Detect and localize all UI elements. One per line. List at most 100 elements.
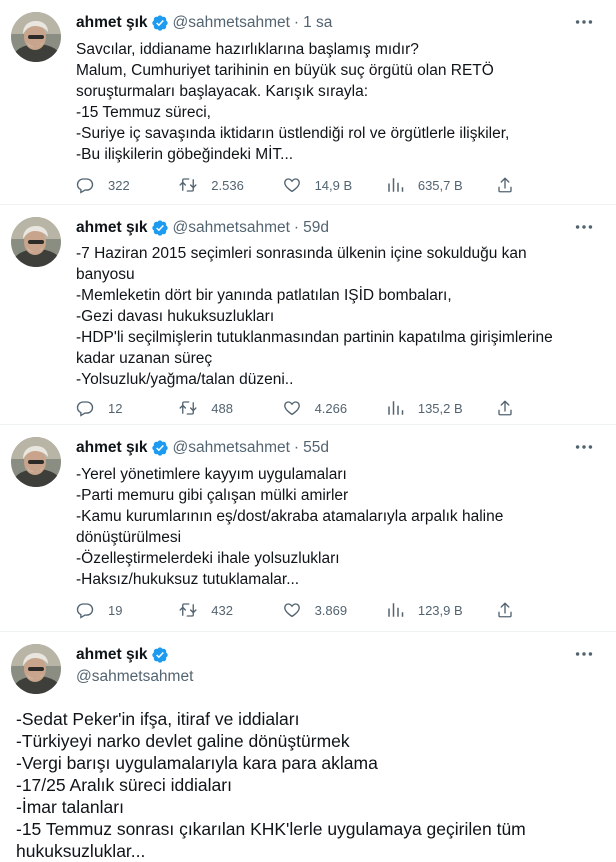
more-horizontal-icon [573, 643, 595, 665]
reply-count: 19 [108, 602, 123, 618]
like-heart-icon [283, 399, 301, 417]
like-button[interactable]: 14,9 B [283, 176, 353, 194]
avatar[interactable] [11, 12, 61, 62]
share-button[interactable] [496, 176, 528, 194]
tweet-text-line: -Haksız/hukuksuz tutuklamalar... [76, 571, 300, 588]
tweet-text-line: dönüştürülmesi [76, 529, 182, 546]
tweet-text-line: -Suriye iç savaşında iktidarın üstlendiğ… [76, 125, 510, 142]
tweet-actions: 12 488 4.266 135,2 B [76, 396, 528, 420]
retweet-count: 488 [211, 400, 233, 416]
more-options-button[interactable] [572, 215, 596, 239]
tweet-text: Savcılar, iddianame hazırlıklarına başla… [76, 39, 602, 165]
reply-icon [76, 399, 94, 417]
tweet-text-line: hukuksuzluklar... [16, 841, 146, 861]
share-button[interactable] [496, 399, 528, 417]
tweet-text-line: -Özelleştirmelerdeki ihale yolsuzlukları [76, 550, 340, 567]
tweet-text: -Sedat Peker'in ifşa, itiraf ve iddialar… [16, 708, 602, 862]
like-count: 3.869 [314, 602, 348, 618]
tweet-text-line: kadar uzanan süreç [76, 350, 213, 367]
tweet-actions: 19 432 3.869 123,9 B [76, 598, 528, 622]
avatar[interactable] [11, 644, 61, 694]
more-horizontal-icon [573, 11, 595, 33]
tweet-text-line: -Kamu kurumlarının eş/dost/akraba atamal… [76, 508, 504, 525]
share-icon [496, 399, 514, 417]
verified-badge-icon [151, 14, 169, 32]
author-handle[interactable]: @sahmetsahmet [76, 668, 193, 686]
tweet-text-line: -15 Temmuz sonrası çıkarılan KHK'lerle u… [16, 819, 526, 839]
retweet-count: 432 [211, 602, 233, 618]
tweet-text-line: -Vergi barışı uygulamalarıyla kara para … [16, 753, 378, 773]
tweet-time[interactable]: 59d [303, 219, 329, 237]
separator-dot: · [293, 14, 300, 31]
tweet-text-line: -17/25 Aralık süreci iddiaları [16, 775, 232, 795]
retweet-button[interactable]: 432 [179, 601, 249, 619]
reply-count: 12 [108, 400, 123, 416]
reply-button[interactable]: 12 [76, 399, 146, 417]
views-chart-icon [386, 399, 404, 417]
tweet-time[interactable]: 1 sa [303, 14, 332, 32]
tweet-text-line: -Türkiyeyi narko devlet galine dönüştürm… [16, 731, 350, 751]
more-options-button[interactable] [572, 435, 596, 459]
tweet-text-line: -7 Haziran 2015 seçimleri sonrasında ülk… [76, 245, 527, 262]
retweet-icon [179, 601, 197, 619]
author-name[interactable]: ahmet şık [76, 14, 148, 32]
author-name[interactable]: ahmet şık [76, 439, 148, 457]
tweet-text-line: Savcılar, iddianame hazırlıklarına başla… [76, 41, 419, 58]
retweet-button[interactable]: 2.536 [179, 176, 249, 194]
views-button[interactable]: 123,9 B [386, 601, 463, 619]
more-options-button[interactable] [572, 642, 596, 666]
avatar[interactable] [11, 437, 61, 487]
verified-badge-icon [151, 219, 169, 237]
tweet[interactable]: ahmet şık @sahmetsahmet · 59d -7 Haziran… [0, 205, 616, 425]
reply-button[interactable]: 322 [76, 176, 146, 194]
tweet-time[interactable]: 55d [303, 439, 329, 457]
tweet-text: -Yerel yönetimlere kayyım uygulamaları -… [76, 464, 602, 590]
tweet-header: ahmet şık @sahmetsahmet · 59d [76, 219, 329, 237]
views-chart-icon [386, 601, 404, 619]
tweet-text-line: -Yerel yönetimlere kayyım uygulamaları [76, 466, 347, 483]
avatar[interactable] [11, 217, 61, 267]
more-horizontal-icon [573, 216, 595, 238]
tweet-header: ahmet şık @sahmetsahmet · 55d [76, 439, 329, 457]
reply-icon [76, 601, 94, 619]
like-button[interactable]: 3.869 [283, 601, 353, 619]
like-heart-icon [283, 176, 301, 194]
separator-dot: · [293, 439, 300, 456]
author-name[interactable]: ahmet şık [76, 219, 148, 237]
view-count: 135,2 B [417, 400, 463, 416]
views-button[interactable]: 135,2 B [386, 399, 463, 417]
share-button[interactable] [496, 601, 528, 619]
author-name[interactable]: ahmet şık [76, 646, 148, 664]
author-handle[interactable]: @sahmetsahmet [173, 14, 290, 32]
retweet-icon [179, 399, 197, 417]
like-count: 14,9 B [314, 177, 353, 193]
views-button[interactable]: 635,7 B [386, 176, 463, 194]
tweet-header: ahmet şık @sahmetsahmet [76, 646, 193, 686]
like-button[interactable]: 4.266 [283, 399, 353, 417]
verified-badge-icon [151, 439, 169, 457]
focused-tweet[interactable]: ahmet şık @sahmetsahmet -Sedat Peker'in … [0, 632, 616, 861]
tweet-text-line: -Gezi davası hukuksuzlukları [76, 308, 275, 325]
share-icon [496, 601, 514, 619]
tweet-text-line: -Bu ilişkilerin göbeğindeki MİT... [76, 146, 294, 163]
share-icon [496, 176, 514, 194]
tweet-text-line: soruşturmaları başlayacak. Karışık sıray… [76, 83, 369, 100]
like-count: 4.266 [314, 400, 348, 416]
more-options-button[interactable] [572, 10, 596, 34]
tweet[interactable]: ahmet şık @sahmetsahmet · 1 sa Savcılar,… [0, 0, 616, 205]
tweet-text-line: -Parti memuru gibi çalışan mülki amirler [76, 487, 349, 504]
reply-button[interactable]: 19 [76, 601, 146, 619]
retweet-button[interactable]: 488 [179, 399, 249, 417]
more-horizontal-icon [573, 436, 595, 458]
view-count: 123,9 B [417, 602, 463, 618]
tweet-text-line: Malum, Cumhuriyet tarihinin en büyük suç… [76, 62, 494, 79]
tweet-text: -7 Haziran 2015 seçimleri sonrasında ülk… [76, 243, 602, 390]
verified-badge-icon [151, 646, 169, 664]
tweet-text-line: -15 Temmuz süreci, [76, 104, 211, 121]
author-handle[interactable]: @sahmetsahmet [173, 439, 290, 457]
tweet-text-line: -HDP'li seçilmişlerin tutuklanmasından p… [76, 329, 553, 346]
separator-dot: · [293, 219, 300, 236]
tweet[interactable]: ahmet şık @sahmetsahmet · 55d -Yerel yön… [0, 425, 616, 632]
tweet-text-line: -Yolsuzluk/yağma/talan düzeni.. [76, 371, 294, 388]
author-handle[interactable]: @sahmetsahmet [173, 219, 290, 237]
